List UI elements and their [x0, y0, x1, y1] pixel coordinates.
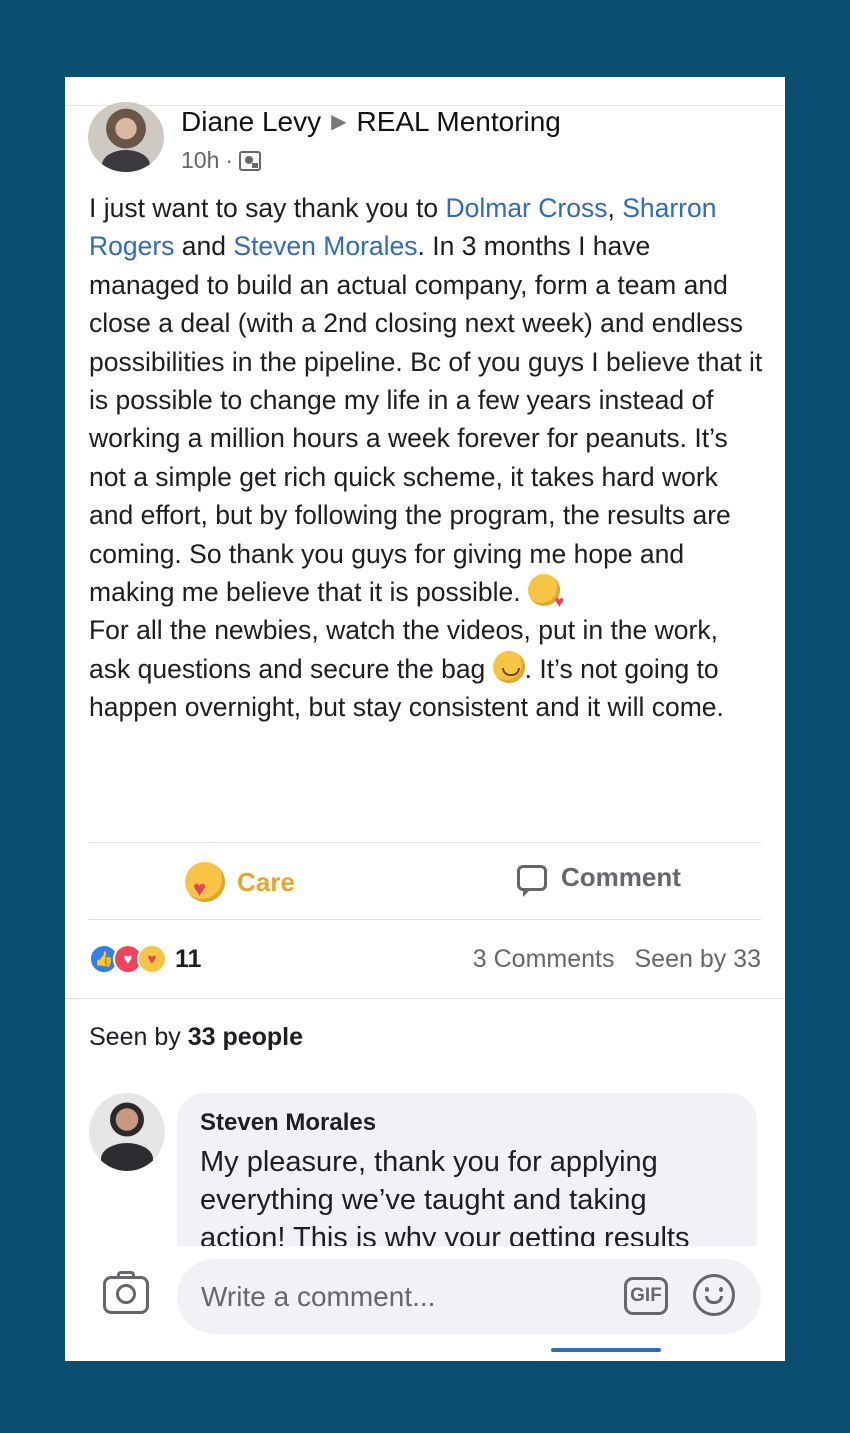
comments-count-link[interactable]: 3 Comments: [473, 945, 615, 974]
action-divider-bottom: [89, 919, 761, 920]
reaction-summary[interactable]: 👍 ♥ ♥ 11: [89, 944, 201, 974]
camera-icon[interactable]: [103, 1271, 149, 1314]
kiss-emoji-icon: [527, 574, 564, 622]
mention-dolmar-cross[interactable]: Dolmar Cross: [445, 193, 607, 223]
mention-steven-morales[interactable]: Steven Morales: [233, 231, 417, 261]
comment-author[interactable]: Steven Morales: [200, 1109, 376, 1137]
post-time[interactable]: 10h: [181, 147, 219, 174]
smile-emoji-icon: [492, 650, 525, 683]
section-divider: [65, 998, 785, 999]
care-button[interactable]: Care: [185, 862, 295, 902]
author-name[interactable]: Diane Levy: [181, 106, 321, 137]
seen-by-count: 33 people: [187, 1023, 304, 1051]
comment-button[interactable]: Comment: [517, 862, 681, 897]
care-reaction-small-icon: ♥: [137, 944, 167, 974]
reaction-count: 11: [175, 944, 202, 973]
comment-input[interactable]: [177, 1259, 761, 1334]
post-stats: 3 Comments Seen by 33: [473, 945, 761, 974]
scroll-indicator: [551, 1348, 661, 1352]
post-header: Diane Levy ▶ REAL Mentoring: [181, 106, 561, 138]
seen-by-link[interactable]: Seen by 33: [635, 945, 762, 974]
care-reaction-icon: [185, 862, 225, 902]
group-privacy-icon: [239, 150, 262, 171]
post-text: I just want to say thank you to Dolmar C…: [89, 189, 765, 727]
seen-by-summary[interactable]: Seen by 33 people: [89, 1023, 303, 1052]
action-divider-top: [89, 842, 761, 843]
meta-separator: ·: [225, 147, 234, 173]
comment-label: Comment: [561, 862, 681, 892]
comment-icon: [517, 864, 547, 897]
post-text-part: and: [174, 231, 234, 262]
care-label: Care: [237, 866, 295, 897]
comment-text: My pleasure, thank you for applying ever…: [200, 1146, 690, 1254]
group-name[interactable]: REAL Mentoring: [356, 106, 560, 137]
arrow-right-icon: ▶: [331, 111, 347, 133]
seen-by-prefix: Seen by: [89, 1023, 188, 1051]
comment-composer: GIF: [65, 1246, 785, 1361]
author-avatar[interactable]: [88, 102, 164, 172]
post-meta: 10h ·: [181, 147, 262, 174]
commenter-avatar[interactable]: [89, 1093, 165, 1171]
post-text-part: . In 3 months I have managed to build an…: [89, 231, 763, 608]
gif-icon[interactable]: GIF: [624, 1277, 668, 1315]
emoji-icon[interactable]: [693, 1274, 735, 1316]
post-text-part: ,: [607, 193, 615, 223]
post-text-part: I just want to say thank you to: [89, 193, 446, 223]
post-screen: Diane Levy ▶ REAL Mentoring 10h · I just w…: [65, 77, 785, 1361]
